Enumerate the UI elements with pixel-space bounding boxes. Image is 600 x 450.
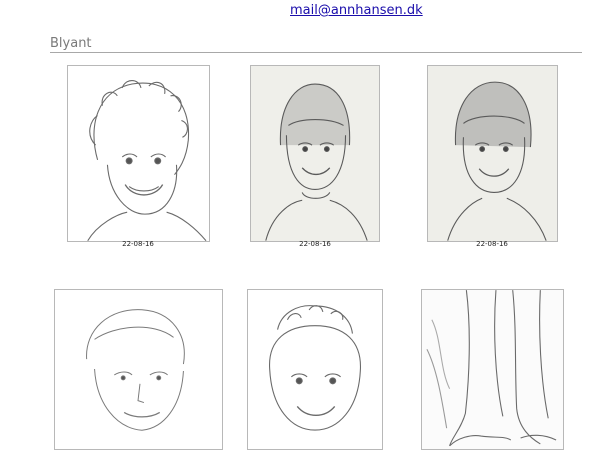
gallery-thumbnail-woman[interactable] — [54, 289, 223, 450]
gallery-thumbnail-feet[interactable] — [421, 289, 564, 450]
pencil-drawing-woman — [86, 309, 185, 431]
gallery-thumbnail-baby[interactable] — [247, 289, 383, 450]
pencil-drawing-boy-bangs — [265, 83, 368, 241]
thumbnail-date: 22-08-16 — [476, 240, 508, 248]
gallery-thumbnail-boy-smiling[interactable] — [427, 65, 558, 242]
email-link[interactable]: mail@annhansen.dk — [290, 3, 423, 18]
gallery-thumbnail-boy-bangs[interactable] — [250, 65, 380, 242]
pencil-drawing-boy-smiling — [447, 81, 547, 241]
pencil-drawing-feet — [426, 290, 557, 447]
pencil-drawing-curly-girl — [87, 79, 207, 241]
section-divider — [50, 52, 582, 53]
gallery-thumbnail-curly-girl[interactable] — [67, 65, 210, 242]
thumbnail-date: 22-08-16 — [299, 240, 331, 248]
pencil-drawing-baby — [269, 305, 361, 431]
section-title: Blyant — [50, 36, 92, 51]
thumbnail-date: 22-08-16 — [122, 240, 154, 248]
